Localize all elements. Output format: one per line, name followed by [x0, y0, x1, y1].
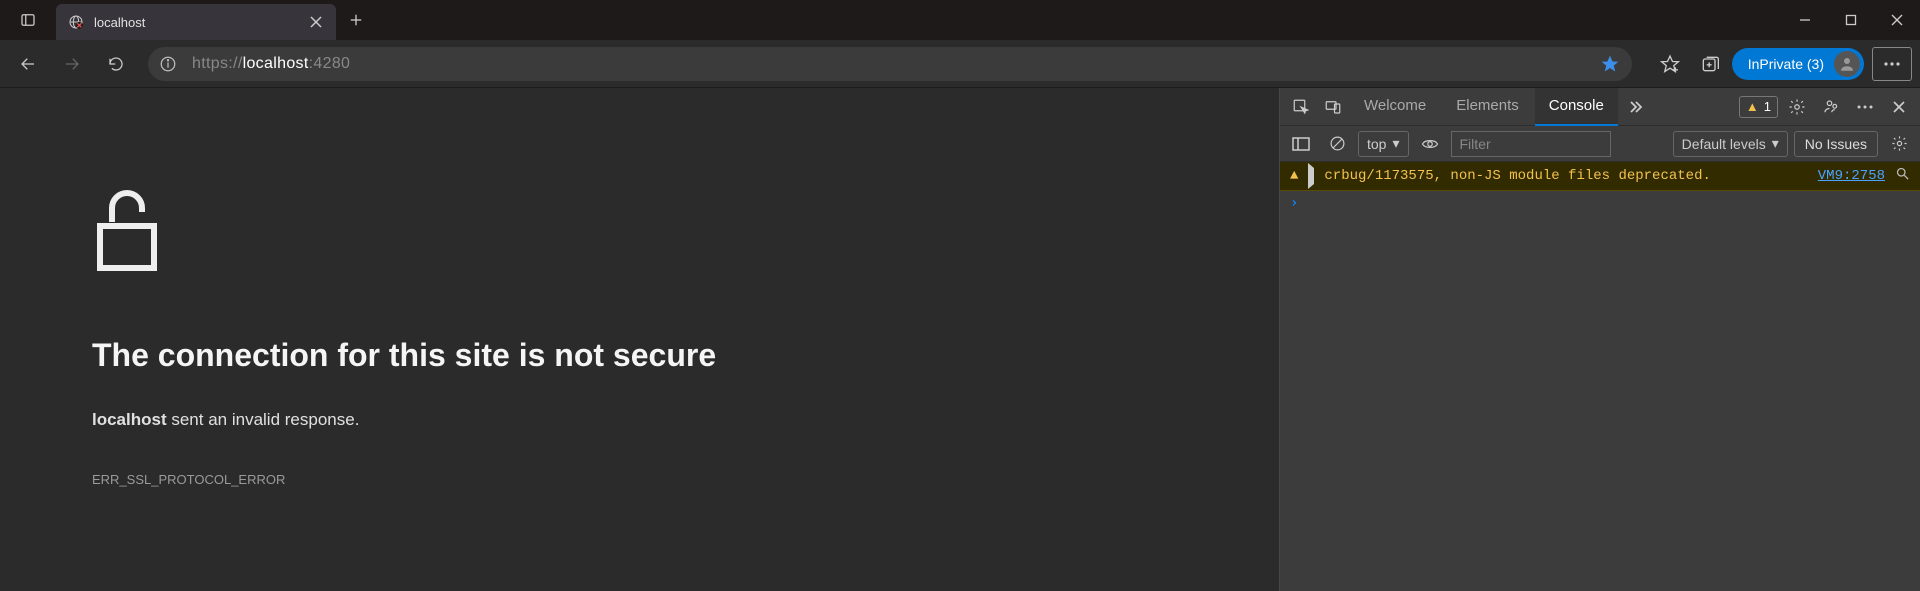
address-bar[interactable]: https://localhost:4280: [148, 47, 1632, 81]
clear-console-button[interactable]: [1322, 129, 1352, 159]
console-message: crbug/1173575, non-JS module files depre…: [1324, 168, 1807, 184]
error-message: localhost sent an invalid response.: [92, 410, 1279, 430]
devtools-settings-button[interactable]: [1782, 92, 1812, 122]
url-text: https://localhost:4280: [192, 55, 1588, 73]
warning-icon: ▲: [1746, 99, 1759, 114]
inprivate-label: InPrivate (3): [1748, 56, 1824, 72]
log-levels-select[interactable]: Default levels ▾: [1673, 131, 1788, 157]
new-tab-button[interactable]: [336, 0, 376, 40]
error-code: ERR_SSL_PROTOCOL_ERROR: [92, 472, 1279, 487]
console-prompt[interactable]: ›: [1280, 191, 1920, 216]
console-output: ▲ crbug/1173575, non-JS module files dep…: [1280, 162, 1920, 591]
console-settings-button[interactable]: [1884, 129, 1914, 159]
error-msg-tail: sent an invalid response.: [167, 410, 360, 429]
device-toolbar-button[interactable]: [1318, 92, 1348, 122]
inspect-element-button[interactable]: [1286, 92, 1316, 122]
prompt-chevron-icon: ›: [1290, 195, 1298, 211]
error-title: The connection for this site is not secu…: [92, 337, 1279, 374]
live-expression-button[interactable]: [1415, 129, 1445, 159]
devtools-more-button[interactable]: [1850, 92, 1880, 122]
refresh-button[interactable]: [96, 44, 136, 84]
console-toolbar: top ▾ Default levels ▾ No Issues: [1280, 126, 1920, 162]
tab-elements[interactable]: Elements: [1442, 88, 1533, 126]
devtools-feedback-button[interactable]: [1816, 92, 1846, 122]
tab-title: localhost: [94, 15, 298, 30]
console-source-link[interactable]: VM9:2758: [1818, 168, 1885, 184]
inprivate-indicator[interactable]: InPrivate (3): [1732, 48, 1864, 80]
expand-icon[interactable]: [1308, 168, 1314, 184]
execution-context-select[interactable]: top ▾: [1358, 131, 1409, 157]
issues-button[interactable]: No Issues: [1794, 131, 1878, 157]
warnings-badge[interactable]: ▲ 1: [1739, 96, 1778, 118]
warning-icon: ▲: [1290, 168, 1298, 184]
tab-welcome[interactable]: Welcome: [1350, 88, 1440, 126]
title-bar: localhost: [0, 0, 1920, 40]
page-content: The connection for this site is not secu…: [0, 88, 1280, 591]
tab-favicon: [68, 14, 84, 30]
chevron-down-icon: ▾: [1392, 135, 1399, 152]
unlocked-padlock-icon: [92, 184, 1279, 277]
back-button[interactable]: [8, 44, 48, 84]
console-warning-row[interactable]: ▲ crbug/1173575, non-JS module files dep…: [1280, 162, 1920, 191]
url-port: :4280: [309, 55, 351, 72]
console-sidebar-toggle[interactable]: [1286, 129, 1316, 159]
url-host: localhost: [243, 55, 309, 72]
magnifier-icon[interactable]: [1895, 166, 1910, 186]
console-filter-input[interactable]: [1451, 131, 1611, 157]
error-host: localhost: [92, 410, 167, 429]
tab-actions-button[interactable]: [0, 0, 56, 40]
toolbar: https://localhost:4280 InPrivate (3): [0, 40, 1920, 88]
favorite-star-icon[interactable]: [1596, 54, 1624, 74]
devtools-panel: Welcome Elements Console ▲ 1: [1280, 88, 1920, 591]
forward-button[interactable]: [52, 44, 92, 84]
profile-avatar-icon: [1834, 51, 1860, 77]
browser-tab[interactable]: localhost: [56, 4, 336, 40]
window-controls: [1782, 0, 1920, 40]
tab-console[interactable]: Console: [1535, 88, 1618, 126]
url-scheme: https://: [192, 55, 243, 72]
devtools-close-button[interactable]: [1884, 92, 1914, 122]
maximize-button[interactable]: [1828, 0, 1874, 40]
site-info-icon[interactable]: [152, 50, 184, 78]
chevron-down-icon: ▾: [1772, 135, 1779, 152]
devtools-tabbar: Welcome Elements Console ▲ 1: [1280, 88, 1920, 126]
collections-button[interactable]: [1692, 46, 1728, 82]
warning-count: 1: [1764, 99, 1771, 114]
more-tabs-button[interactable]: [1620, 92, 1650, 122]
favorites-button[interactable]: [1652, 46, 1688, 82]
settings-and-more-button[interactable]: [1872, 47, 1912, 81]
tab-close-button[interactable]: [308, 14, 324, 30]
close-window-button[interactable]: [1874, 0, 1920, 40]
minimize-button[interactable]: [1782, 0, 1828, 40]
